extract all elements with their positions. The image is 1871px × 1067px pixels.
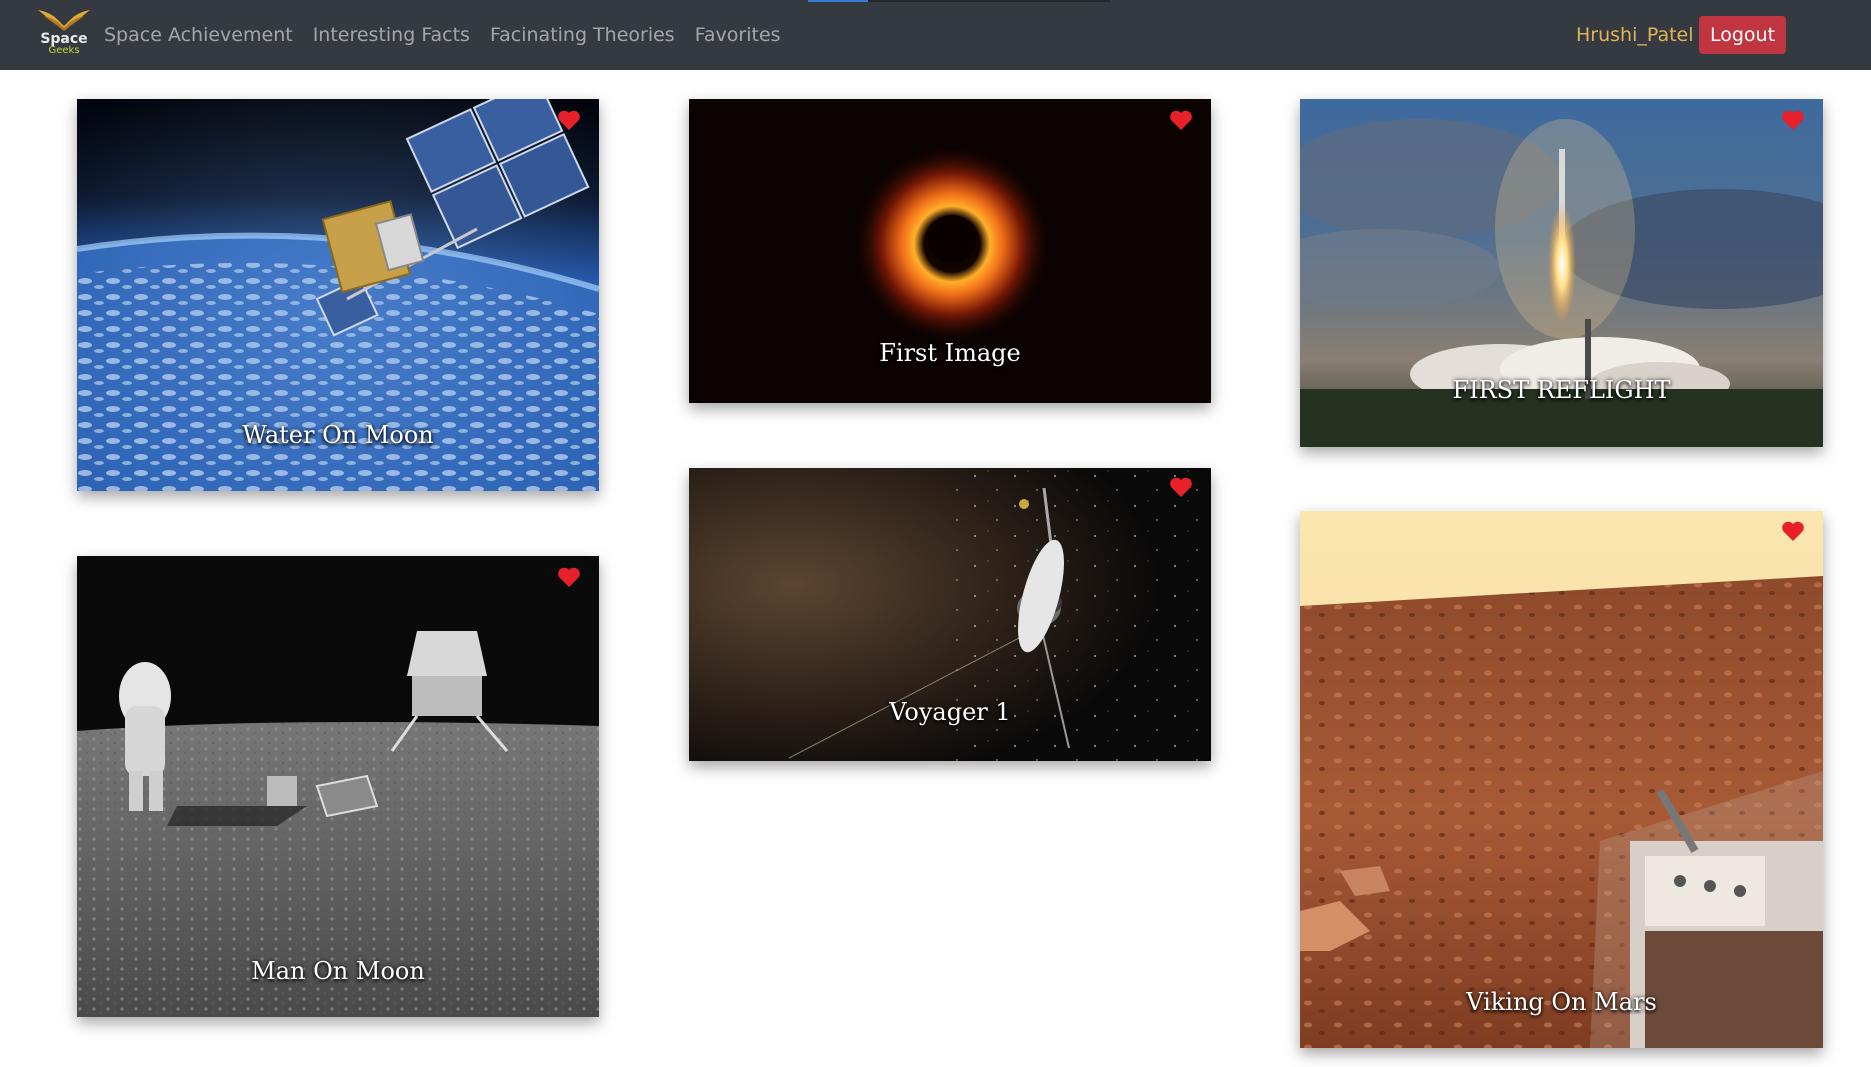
card-title: Viking On Mars xyxy=(1466,988,1657,1016)
card-water-on-moon[interactable]: Water On Moon xyxy=(77,99,599,491)
username[interactable]: Hrushi_Patel xyxy=(1576,0,1694,70)
nav-link-facinating-theories[interactable]: Facinating Theories xyxy=(490,24,675,46)
nav-link-favorites[interactable]: Favorites xyxy=(695,24,781,46)
brand-name: Space xyxy=(40,31,88,47)
nav-links: Space Achievement Interesting Facts Faci… xyxy=(104,0,801,70)
loading-bar xyxy=(808,0,1110,2)
card-title: First Image xyxy=(879,339,1021,367)
card-first-image[interactable]: First Image xyxy=(689,99,1211,403)
heart-icon[interactable] xyxy=(557,566,581,588)
nav-link-space-achievement[interactable]: Space Achievement xyxy=(104,24,293,46)
navbar: Space Geeks Space Achievement Interestin… xyxy=(0,0,1871,70)
winged-logo-icon xyxy=(38,10,90,31)
heart-icon[interactable] xyxy=(1781,520,1805,542)
card-man-on-moon[interactable]: Man On Moon xyxy=(77,556,599,1017)
brand-subname: Geeks xyxy=(48,45,80,56)
nav-link-interesting-facts[interactable]: Interesting Facts xyxy=(313,24,470,46)
card-title: Voyager 1 xyxy=(889,698,1011,726)
moon-landing-image xyxy=(77,556,599,1017)
card-title: Water On Moon xyxy=(242,421,434,449)
heart-icon[interactable] xyxy=(1169,476,1193,498)
card-title: FIRST REFLIGHT xyxy=(1452,376,1671,404)
heart-icon[interactable] xyxy=(1781,109,1805,131)
card-viking-on-mars[interactable]: Viking On Mars xyxy=(1300,511,1823,1048)
card-first-reflight[interactable]: FIRST REFLIGHT xyxy=(1300,99,1823,447)
loading-bar-fill xyxy=(808,0,868,2)
heart-icon[interactable] xyxy=(1169,109,1193,131)
logout-button[interactable]: Logout xyxy=(1699,16,1787,54)
heart-icon[interactable] xyxy=(557,109,581,131)
mars-surface-image xyxy=(1300,511,1823,1048)
brand-logo[interactable]: Space Geeks xyxy=(34,6,94,64)
card-title: Man On Moon xyxy=(251,957,425,985)
card-voyager-1[interactable]: Voyager 1 xyxy=(689,468,1211,761)
